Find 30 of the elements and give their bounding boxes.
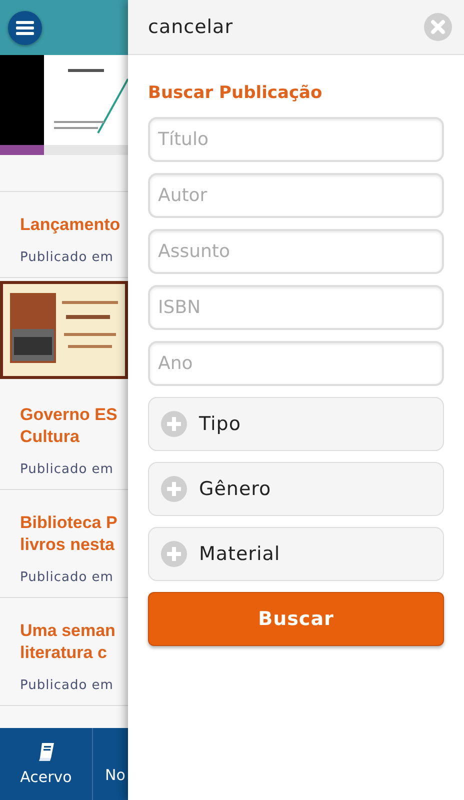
article-title[interactable]: Biblioteca P [20, 512, 118, 534]
search-title: Buscar Publicação [148, 83, 324, 103]
publish-date: Publicado em [20, 570, 114, 585]
article-title[interactable]: literatura c [20, 642, 107, 664]
nav-tab[interactable]: Acervo [0, 728, 93, 800]
search-button[interactable]: Buscar [148, 592, 444, 646]
book-icon [37, 742, 55, 762]
plus-icon [161, 411, 187, 437]
publish-date: Publicado em [20, 678, 114, 693]
article-title[interactable]: Governo ES [20, 404, 118, 426]
input-field[interactable]: Ano [148, 341, 444, 386]
input-field[interactable]: Título [148, 117, 444, 162]
input-field[interactable]: ISBN [148, 285, 444, 330]
article-title[interactable]: Uma seman [20, 620, 116, 642]
input-field[interactable]: Autor [148, 173, 444, 218]
filter-toggle[interactable]: Gênero [148, 462, 444, 516]
nav-tab[interactable]: No [93, 728, 126, 800]
plus-icon [161, 476, 187, 502]
publish-date: Publicado em [20, 462, 114, 477]
menu-icon [16, 20, 34, 34]
input-field[interactable]: Assunto [148, 229, 444, 274]
filter-toggle[interactable]: Tipo [148, 397, 444, 451]
cancel-link[interactable]: cancelar [148, 16, 234, 38]
publish-date: Publicado em [20, 250, 114, 265]
menu-button[interactable] [8, 10, 42, 44]
plus-icon [161, 541, 187, 567]
article-title[interactable]: Cultura [20, 426, 80, 448]
filter-toggle[interactable]: Material [148, 527, 444, 581]
article-title[interactable]: Lançamento [20, 214, 120, 236]
article-title[interactable]: livros nesta [20, 534, 114, 556]
